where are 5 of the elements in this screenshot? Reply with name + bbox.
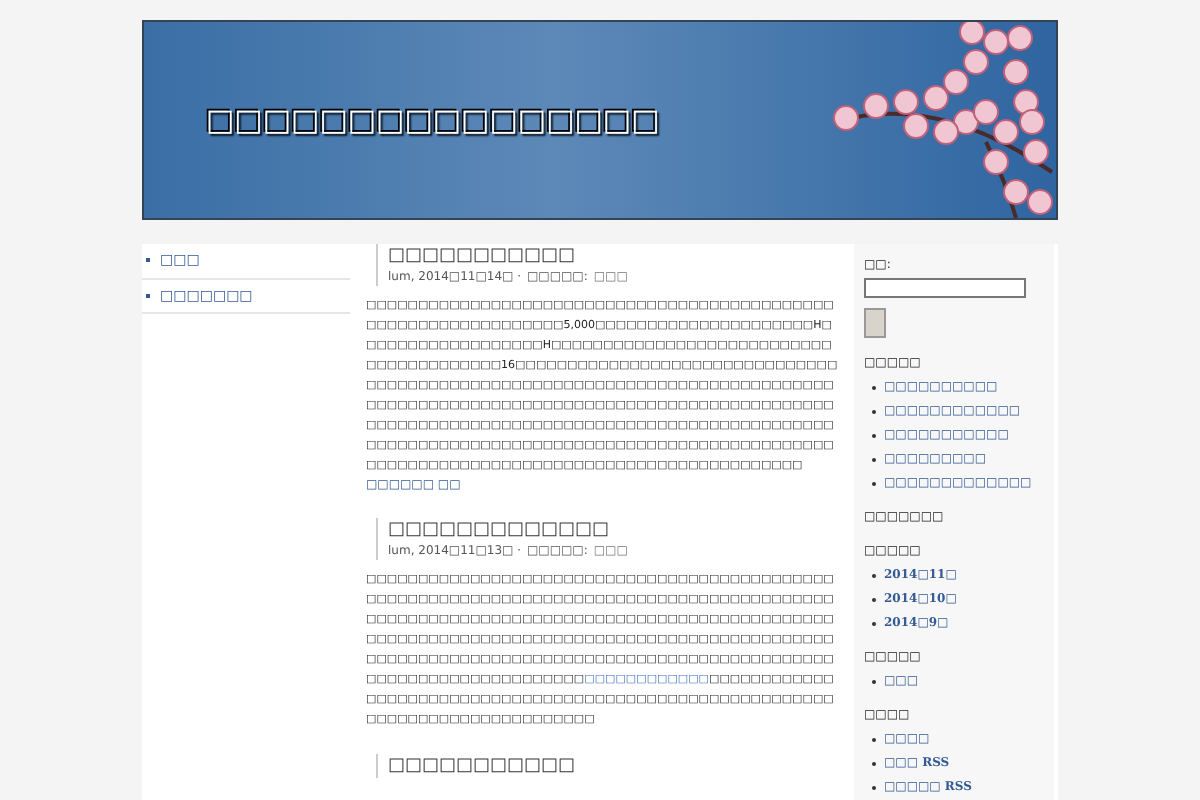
post-title[interactable]: □□□□□□□□□□□: [388, 754, 576, 778]
post-title[interactable]: □□□□□□□□□□□: [388, 244, 628, 268]
post-title[interactable]: □□□□□□□□□□□□□: [388, 518, 628, 542]
search-field[interactable]: [864, 278, 1026, 298]
site-title[interactable]: □□□□□□□□□□□□□□□□: [206, 97, 660, 143]
